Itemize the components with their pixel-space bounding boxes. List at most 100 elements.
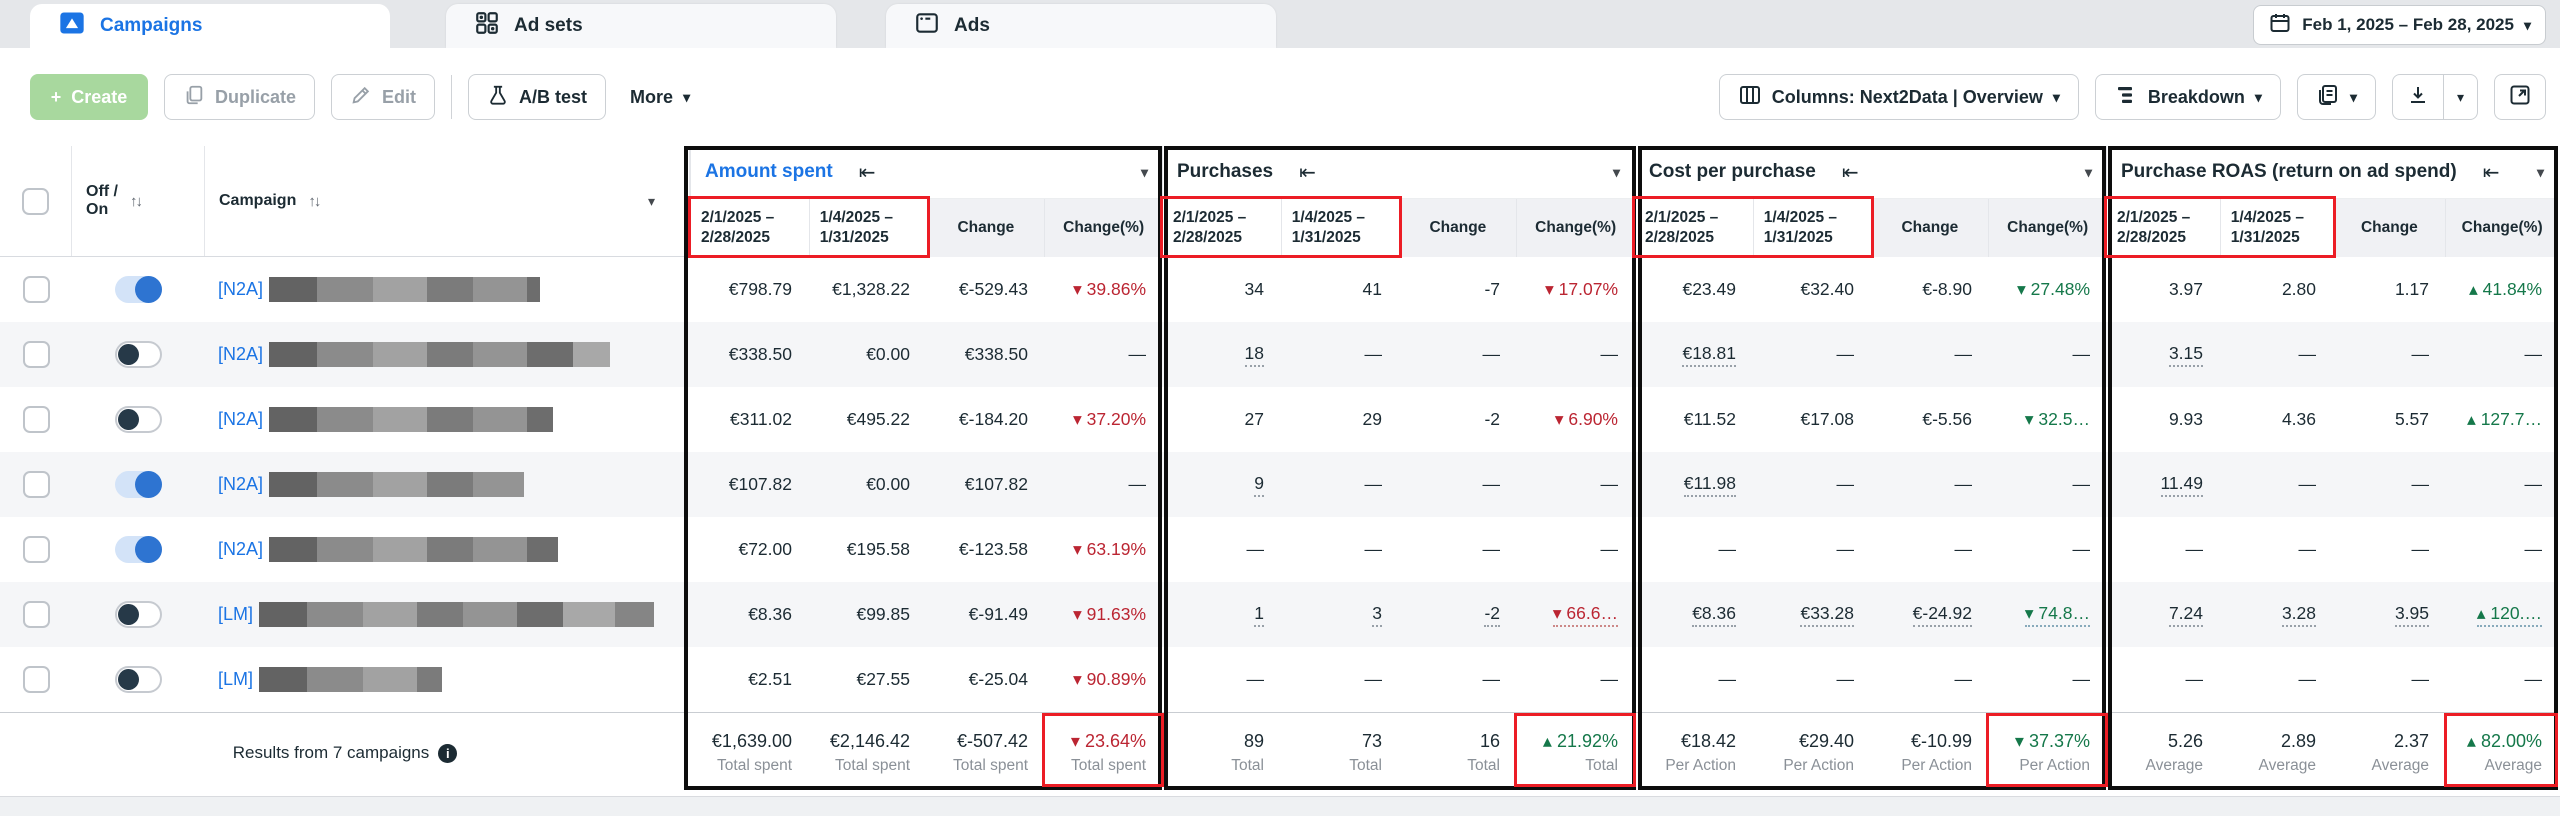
table-row: [N2A] €798.79 €1,328.22 €-529.43 ▾ 39.86…	[0, 257, 2558, 322]
metric-cell: —	[1752, 452, 1870, 517]
off-on-header[interactable]: Off / On ↑↓	[72, 146, 205, 256]
total-cell: ▾ 23.64%Total spent	[1044, 713, 1162, 793]
chevron-down-icon[interactable]: ▾	[2085, 164, 2092, 181]
ab-test-button[interactable]: A/B test	[468, 74, 606, 120]
results-label: Results from 7 campaigns	[233, 743, 430, 763]
campaign-link[interactable]: [LM]	[218, 604, 253, 625]
metric-cell: —	[1634, 517, 1752, 582]
edit-button[interactable]: Edit	[331, 74, 435, 120]
select-all-checkbox[interactable]	[22, 188, 49, 215]
campaign-toggle[interactable]	[115, 471, 162, 498]
metric-cell: €-5.56	[1870, 387, 1988, 452]
plus-icon: +	[51, 87, 62, 108]
chevron-down-icon[interactable]: ▾	[2537, 164, 2544, 181]
campaign-toggle[interactable]	[115, 341, 162, 368]
period-current-header: 2/1/2025 – 2/28/2025	[1635, 199, 1753, 257]
table-row: [N2A] €311.02 €495.22 €-184.20 ▾ 37.20% …	[0, 387, 2558, 452]
period-previous-header: 1/4/2025 – 1/31/2025	[1281, 199, 1399, 257]
campaign-link[interactable]: [N2A]	[218, 474, 263, 495]
campaign-name-cell: [LM]	[205, 602, 690, 627]
campaign-name-cell: [N2A]	[205, 277, 690, 302]
checkbox-cell	[0, 406, 72, 433]
columns-button[interactable]: Columns: Next2Data | Overview ▾	[1719, 74, 2079, 120]
metric-cell: —	[1988, 647, 2106, 712]
group-title[interactable]: Amount spent ⇤ ▾	[691, 146, 1162, 198]
toggle-cell	[72, 341, 205, 368]
group-title[interactable]: Purchases ⇤ ▾	[1163, 146, 1634, 198]
open-chart-button[interactable]	[2494, 74, 2546, 120]
campaign-link[interactable]: [N2A]	[218, 344, 263, 365]
table-header: Off / On ↑↓ Campaign ↑↓ ▾ Amount spent ⇤…	[0, 146, 2558, 257]
campaign-link[interactable]: [N2A]	[218, 279, 263, 300]
total-cell: €29.40Per Action	[1752, 713, 1870, 793]
table-row: [N2A] €72.00 €195.58 €-123.58 ▾ 63.19% —…	[0, 517, 2558, 582]
metric-cell: €798.79	[690, 257, 808, 322]
row-checkbox[interactable]	[23, 276, 50, 303]
period-current-header: 2/1/2025 – 2/28/2025	[691, 199, 809, 257]
metric-cell: €0.00	[808, 452, 926, 517]
row-checkbox[interactable]	[23, 601, 50, 628]
toggle-knob	[135, 276, 162, 303]
campaign-toggle[interactable]	[115, 536, 162, 563]
sort-icon[interactable]: ↑↓	[308, 193, 319, 210]
pin-column-icon[interactable]: ⇤	[859, 160, 876, 185]
metric-cell: —	[1870, 517, 1988, 582]
metric-cell: 9.93	[2106, 387, 2219, 452]
group-label: Cost per purchase	[1649, 161, 1816, 183]
campaign-header[interactable]: Campaign ↑↓ ▾	[205, 146, 690, 256]
metric-cell: —	[1752, 322, 1870, 387]
campaign-name-cell: [LM]	[205, 667, 690, 692]
metric-cell: —	[1280, 322, 1398, 387]
sort-icon[interactable]: ↑↓	[130, 193, 141, 210]
change-header: Change	[1399, 199, 1517, 257]
date-range-picker[interactable]: Feb 1, 2025 – Feb 28, 2025 ▾	[2253, 5, 2546, 45]
tab-ad-sets[interactable]: Ad sets	[446, 4, 836, 48]
tab-campaigns[interactable]: Campaigns	[30, 4, 390, 48]
chevron-down-icon[interactable]: ▾	[1613, 164, 1620, 181]
metric-cell: 27	[1162, 387, 1280, 452]
campaign-toggle[interactable]	[115, 276, 162, 303]
row-checkbox[interactable]	[23, 666, 50, 693]
pin-column-icon[interactable]: ⇤	[1299, 160, 1316, 185]
toggle-knob	[118, 669, 139, 690]
row-checkbox[interactable]	[23, 471, 50, 498]
create-button[interactable]: + Create	[30, 74, 148, 120]
campaign-link[interactable]: [N2A]	[218, 409, 263, 430]
download-button[interactable]	[2393, 75, 2443, 119]
row-checkbox[interactable]	[23, 406, 50, 433]
metric-cell: €-529.43	[926, 257, 1044, 322]
pin-column-icon[interactable]: ⇤	[2483, 160, 2500, 185]
campaign-name-cell: [N2A]	[205, 342, 690, 367]
metric-cell: 3.15	[2106, 322, 2219, 387]
row-checkbox[interactable]	[23, 341, 50, 368]
more-label: More	[630, 87, 673, 108]
more-button[interactable]: More ▾	[622, 74, 698, 120]
campaign-link[interactable]: [N2A]	[218, 539, 263, 560]
campaign-link[interactable]: [LM]	[218, 669, 253, 690]
campaign-toggle[interactable]	[115, 601, 162, 628]
metric-cell: —	[2445, 452, 2558, 517]
campaign-toggle[interactable]	[115, 666, 162, 693]
row-checkbox[interactable]	[23, 536, 50, 563]
campaign-toggle[interactable]	[115, 406, 162, 433]
report-document-icon	[2316, 83, 2340, 112]
period-previous-header: 1/4/2025 – 1/31/2025	[1753, 199, 1871, 257]
group-title[interactable]: Cost per purchase ⇤ ▾	[1635, 146, 2106, 198]
tab-ads[interactable]: Ads	[886, 4, 1276, 48]
duplicate-button[interactable]: Duplicate	[164, 74, 315, 120]
pin-column-icon[interactable]: ⇤	[1842, 160, 1859, 185]
ab-test-label: A/B test	[519, 87, 587, 108]
checkbox-cell	[0, 666, 72, 693]
metric-cell: —	[2445, 647, 2558, 712]
metric-cell: —	[2219, 647, 2332, 712]
info-icon[interactable]: i	[438, 744, 457, 763]
group-title[interactable]: Purchase ROAS (return on ad spend) ⇤ ▾	[2107, 146, 2558, 198]
breakdown-button[interactable]: Breakdown ▾	[2095, 74, 2281, 120]
campaigns-table: Off / On ↑↓ Campaign ↑↓ ▾ Amount spent ⇤…	[0, 146, 2558, 793]
download-options-button[interactable]: ▾	[2443, 75, 2477, 119]
chevron-down-icon[interactable]: ▾	[1141, 164, 1148, 181]
metric-cell: —	[2445, 517, 2558, 582]
reports-button[interactable]: ▾	[2297, 74, 2376, 120]
chevron-down-icon[interactable]: ▾	[648, 193, 655, 210]
columns-label: Columns: Next2Data | Overview	[1772, 87, 2043, 108]
